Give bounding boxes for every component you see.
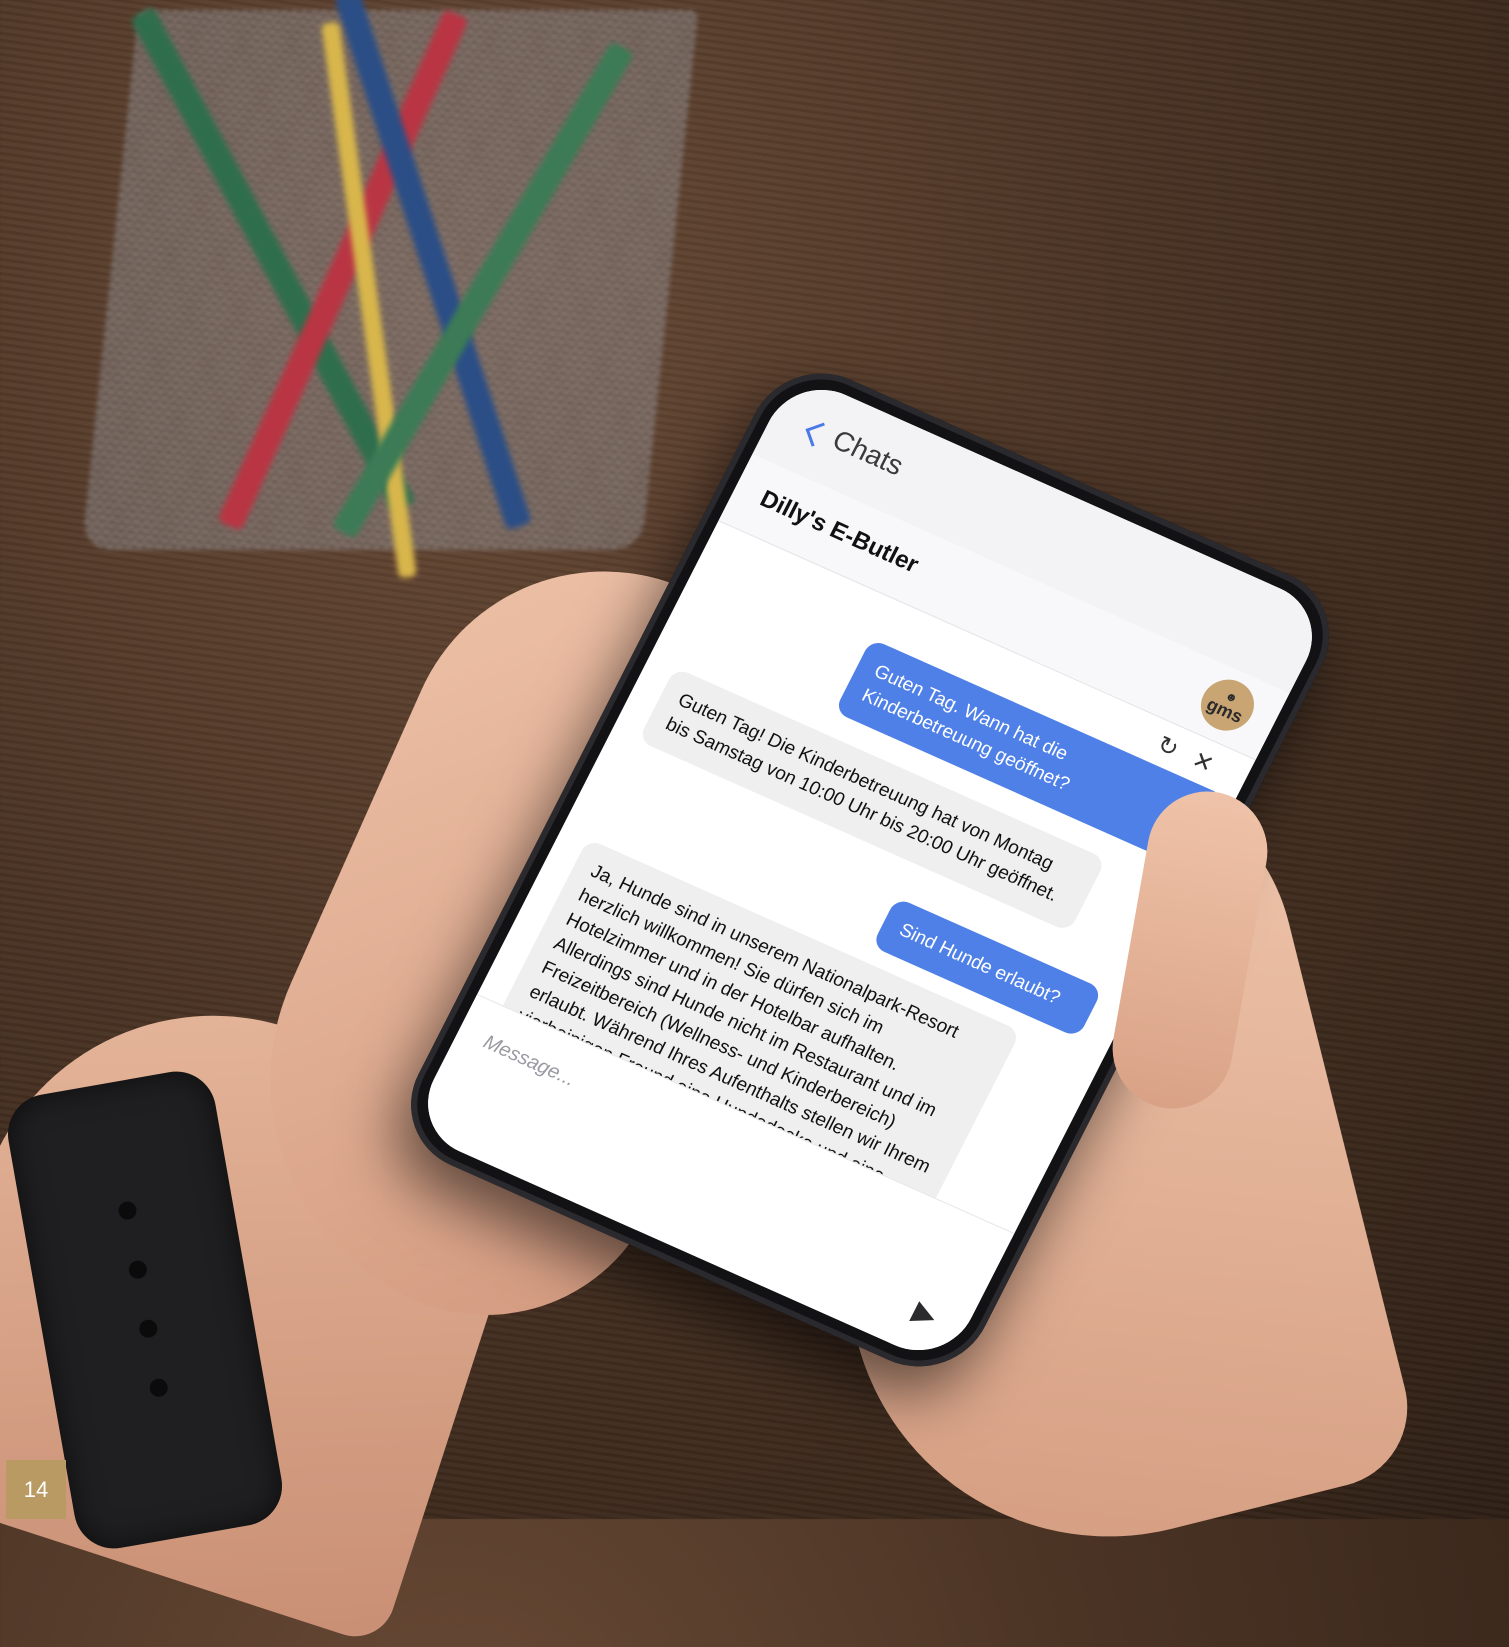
watch-band-hole — [117, 1200, 138, 1221]
page-number: 14 — [6, 1460, 66, 1519]
close-icon[interactable]: ✕ — [1187, 745, 1219, 779]
back-to-chats-link[interactable]: Chats — [827, 424, 909, 482]
watch-band-hole — [148, 1377, 170, 1399]
watch-band-hole — [127, 1259, 149, 1281]
watch-band-hole — [137, 1318, 159, 1340]
refresh-icon[interactable]: ↻ — [1152, 730, 1184, 764]
chevron-left-icon[interactable] — [805, 422, 831, 447]
avatar: ☻ gms — [1191, 671, 1264, 739]
avatar-label: gms — [1203, 694, 1247, 727]
send-icon[interactable] — [909, 1301, 940, 1330]
